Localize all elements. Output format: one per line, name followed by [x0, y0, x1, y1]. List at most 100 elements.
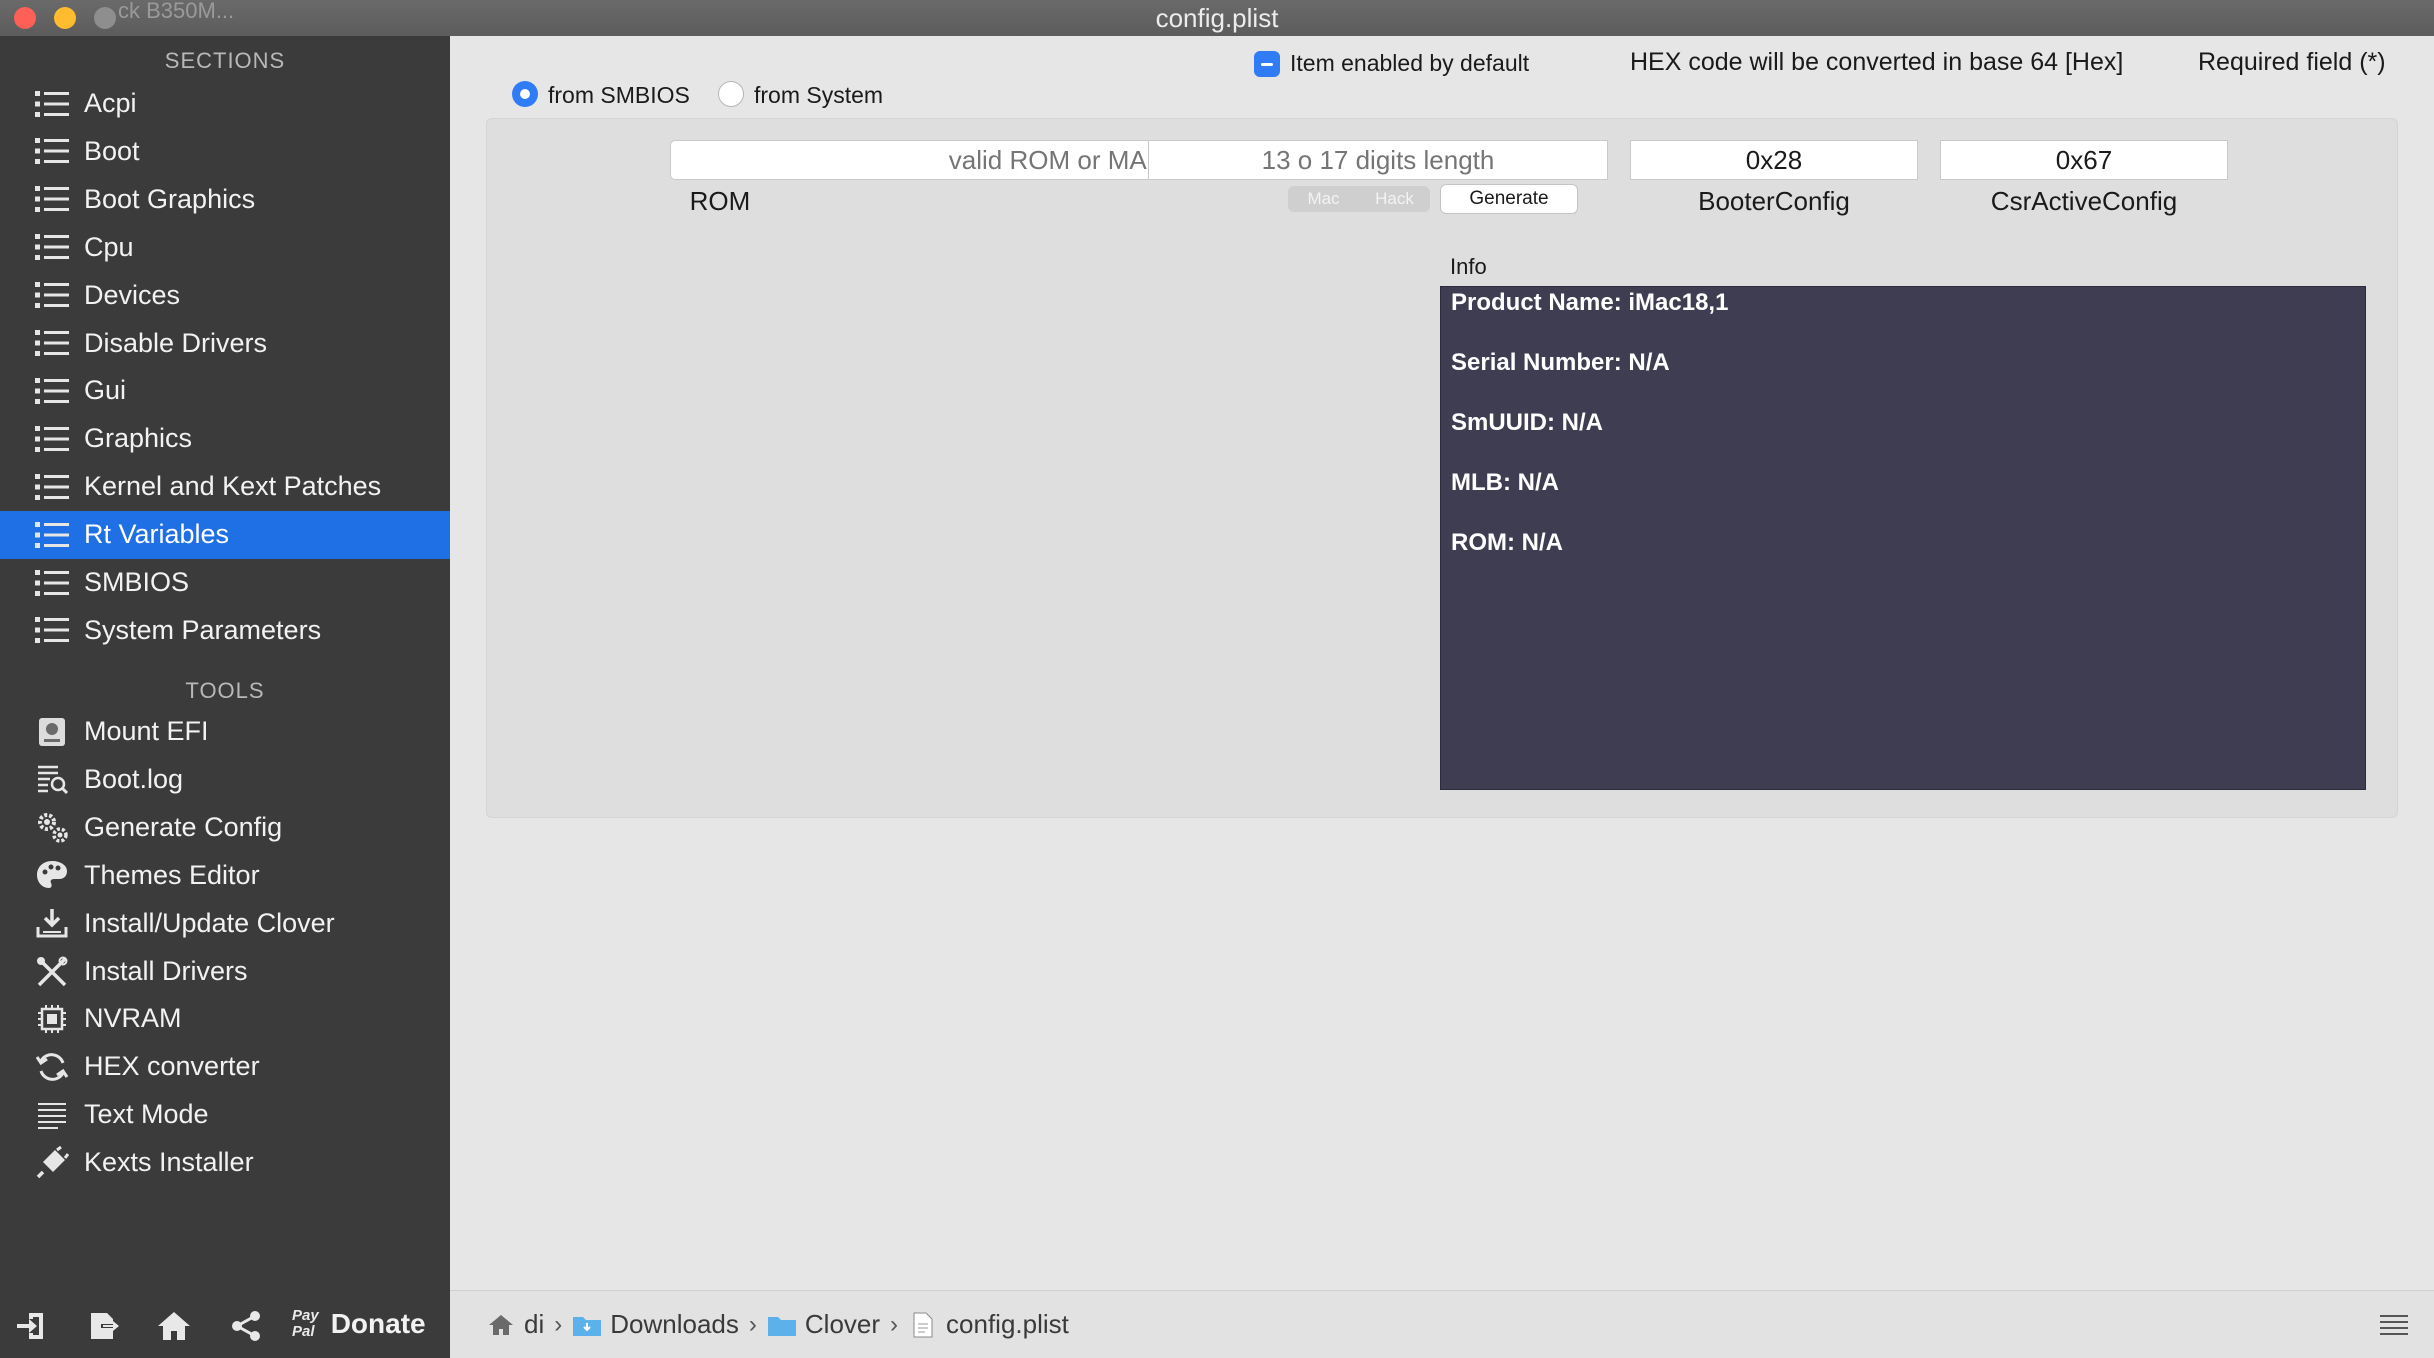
info-text-area[interactable]: Product Name: iMac18,1 Serial Number: N/…: [1440, 286, 2366, 790]
plug-icon: [34, 1145, 70, 1181]
list-icon: [34, 373, 70, 409]
info-line-product-name: Product Name: iMac18,1: [1451, 289, 1729, 316]
sidebar-item-nvram[interactable]: NVRAM: [0, 995, 450, 1043]
list-icon: [34, 565, 70, 601]
sidebar-item-boot-log[interactable]: Boot.log: [0, 755, 450, 803]
sidebar-item-label: Install Drivers: [84, 955, 248, 986]
info-line-serial: Serial Number: N/A: [1451, 349, 1670, 376]
downloads-folder-icon: [572, 1311, 602, 1339]
info-line-rom: ROM: N/A: [1451, 529, 1563, 556]
sidebar-item-rt-variables[interactable]: Rt Variables: [0, 510, 450, 559]
sidebar-item-hex-converter[interactable]: HEX converter: [0, 1043, 450, 1091]
crumb-downloads-label: Downloads: [610, 1309, 739, 1339]
export-icon[interactable]: [84, 1306, 124, 1346]
sidebar-item-kernel-and-kext-patches[interactable]: Kernel and Kext Patches: [0, 463, 450, 511]
sidebar-item-kexts-installer[interactable]: Kexts Installer: [0, 1139, 450, 1187]
sidebar-item-label: Text Mode: [84, 1099, 209, 1130]
booter-config-field[interactable]: 0x28: [1630, 140, 1918, 180]
sidebar-item-system-parameters[interactable]: System Parameters: [0, 606, 450, 654]
sidebar-item-gui[interactable]: Gui: [0, 367, 450, 415]
item-enabled-checkbox[interactable]: [1254, 51, 1280, 77]
crumb-home-label: di: [524, 1309, 545, 1339]
tools-heading: TOOLS: [185, 678, 265, 703]
sidebar-item-boot[interactable]: Boot: [0, 127, 450, 175]
sidebar-item-label: Themes Editor: [84, 859, 260, 890]
crumb-downloads[interactable]: Downloads: [572, 1309, 739, 1340]
info-label: Info: [1450, 254, 1487, 279]
sidebar-item-devices[interactable]: Devices: [0, 271, 450, 319]
sidebar-item-label: Cpu: [84, 231, 134, 262]
crumb-home[interactable]: di: [486, 1309, 544, 1340]
list-icon: [34, 325, 70, 361]
list-icon: [34, 277, 70, 313]
sidebar-item-install-drivers[interactable]: Install Drivers: [0, 947, 450, 995]
donate-button[interactable]: Pay Pal Donate: [292, 1308, 426, 1340]
path-separator: ›: [554, 1310, 563, 1338]
sidebar-item-label: Disable Drivers: [84, 327, 268, 358]
sidebar-item-label: Graphics: [84, 423, 193, 454]
segment-mac[interactable]: Mac: [1288, 186, 1359, 212]
import-icon[interactable]: [12, 1306, 52, 1346]
from-system-radio[interactable]: [718, 81, 744, 107]
sidebar-item-smbios[interactable]: SMBIOS: [0, 559, 450, 607]
palette-icon: [34, 857, 70, 893]
path-bar: di › Downloads › Clover › config.plist: [450, 1290, 2434, 1358]
list-icon: [34, 469, 70, 505]
sidebar-item-mount-efi[interactable]: Mount EFI: [0, 708, 450, 756]
mlb-input[interactable]: [1148, 140, 1608, 180]
gears-icon: [34, 809, 70, 845]
sidebar-item-label: HEX converter: [84, 1051, 260, 1082]
sidebar-item-label: Acpi: [84, 88, 137, 118]
crumb-config-plist[interactable]: config.plist: [908, 1309, 1069, 1340]
paypal-icon: Pay Pal: [292, 1307, 319, 1340]
sidebar-item-label: Generate Config: [84, 811, 283, 842]
text-lines-icon: [34, 1097, 70, 1133]
list-icon: [34, 612, 70, 648]
sidebar-item-acpi[interactable]: Acpi: [0, 80, 450, 128]
sidebar-item-disable-drivers[interactable]: Disable Drivers: [0, 319, 450, 367]
menu-lines-icon[interactable]: [2380, 1313, 2408, 1335]
home-icon[interactable]: [154, 1306, 194, 1346]
segment-hack[interactable]: Hack: [1359, 186, 1430, 212]
sidebar-bottom-toolbar: Pay Pal Donate: [0, 1290, 450, 1358]
list-icon: [34, 229, 70, 265]
minimize-window-button[interactable]: [54, 7, 76, 29]
disk-icon: [34, 714, 70, 750]
info-line-mlb: MLB: N/A: [1451, 469, 1559, 496]
sidebar-item-label: Boot: [84, 135, 140, 166]
rom-label: ROM: [689, 186, 751, 216]
sections-heading: SECTIONS: [164, 48, 286, 73]
sidebar-item-label: Boot Graphics: [84, 183, 256, 214]
sidebar-item-graphics[interactable]: Graphics: [0, 415, 450, 463]
sidebar-item-boot-graphics[interactable]: Boot Graphics: [0, 175, 450, 223]
sidebar-item-label: Kernel and Kext Patches: [84, 471, 382, 502]
sidebar-item-generate-config[interactable]: Generate Config: [0, 803, 450, 851]
sidebar-item-install-update-clover[interactable]: Install/Update Clover: [0, 899, 450, 947]
window-title: config.plist: [1155, 3, 1279, 33]
home-icon: [486, 1311, 516, 1339]
sidebar-item-label: SMBIOS: [84, 567, 190, 597]
csr-active-config-field[interactable]: 0x67: [1940, 140, 2228, 180]
folder-icon: [767, 1311, 797, 1339]
file-icon: [908, 1311, 938, 1339]
sidebar-item-label: System Parameters: [84, 614, 322, 645]
csr-active-config-label: CsrActiveConfig: [1990, 186, 2178, 216]
sidebar-item-text-mode[interactable]: Text Mode: [0, 1091, 450, 1139]
booter-config-label: BooterConfig: [1698, 186, 1850, 216]
from-system-label: from System: [754, 82, 884, 108]
sidebar-item-label: Rt Variables: [84, 519, 230, 550]
close-window-button[interactable]: [14, 7, 36, 29]
zoom-window-button[interactable]: [94, 7, 116, 29]
sidebar-item-themes-editor[interactable]: Themes Editor: [0, 851, 450, 899]
mac-hack-segment[interactable]: Mac Hack: [1288, 186, 1430, 212]
sidebar-item-cpu[interactable]: Cpu: [0, 223, 450, 271]
crumb-clover[interactable]: Clover: [767, 1309, 880, 1340]
list-icon: [34, 517, 70, 553]
item-enabled-label: Item enabled by default: [1290, 50, 1530, 76]
path-separator: ›: [748, 1310, 757, 1338]
sidebar-item-label: Gui: [84, 375, 127, 406]
from-smbios-radio[interactable]: [512, 81, 538, 107]
list-icon: [34, 133, 70, 169]
generate-button[interactable]: Generate: [1440, 184, 1578, 214]
share-icon[interactable]: [226, 1306, 266, 1346]
